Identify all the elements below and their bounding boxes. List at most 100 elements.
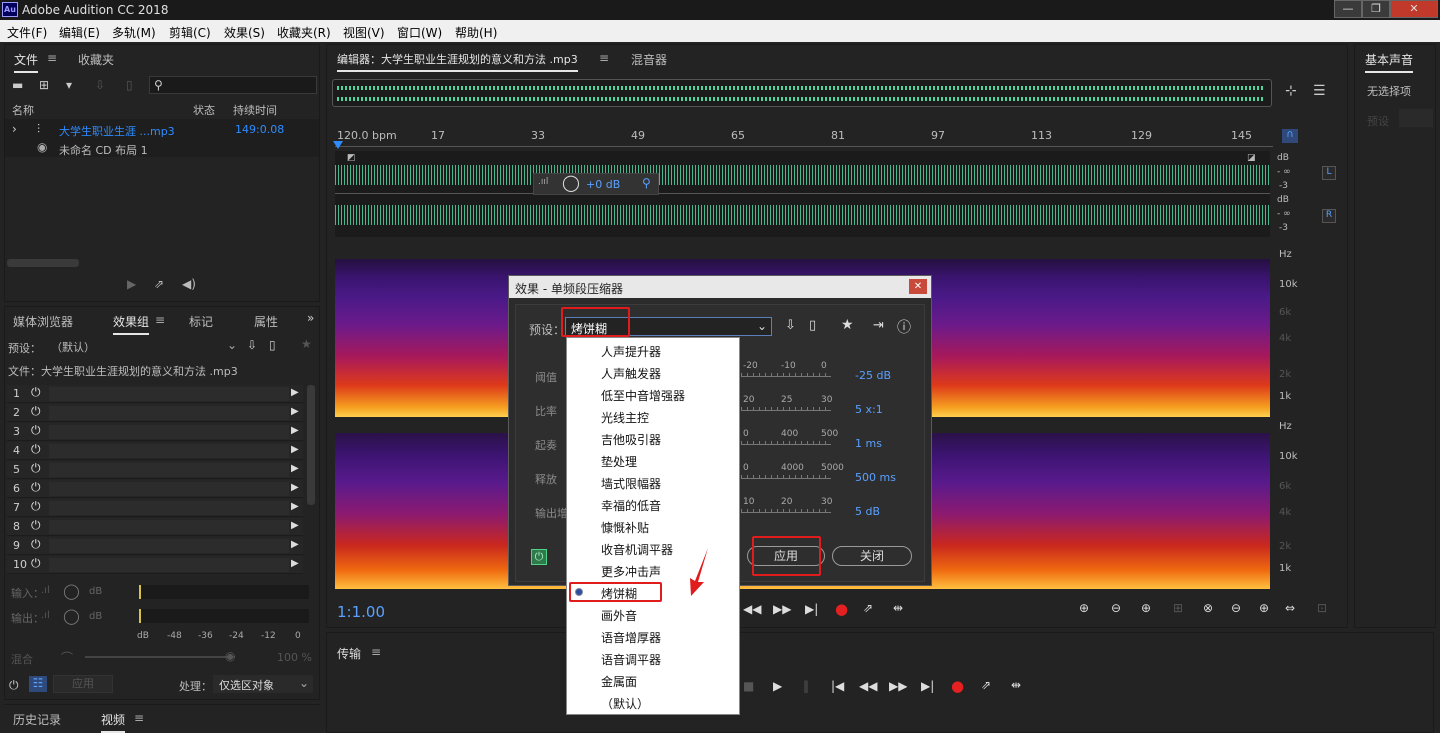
power-icon[interactable]: ⏻ [31, 556, 41, 571]
preset-option[interactable]: 光线主控 [601, 409, 649, 426]
editor-title[interactable]: 编辑器：大学生职业生涯规划的意义和方法 .mp3 [337, 51, 578, 72]
param-value[interactable]: 500 ms [855, 471, 896, 484]
fast-forward-icon[interactable]: ▶▶ [773, 602, 791, 616]
play-icon[interactable]: ▶ [127, 277, 136, 291]
go-to-end-icon[interactable]: ▶| [805, 602, 818, 616]
effect-slot[interactable]: 7 ⏻ ▶ [7, 499, 303, 517]
slot-arrow-icon[interactable]: ▶ [291, 539, 299, 550]
channel-l-toggle[interactable]: L [1322, 166, 1336, 180]
mix-slider-handle[interactable]: ◉ [225, 649, 235, 663]
zoom-left-icon[interactable]: ⇔ [1285, 601, 1295, 615]
menu-window[interactable]: 窗口(W) [397, 24, 442, 41]
slot-effect-selector[interactable] [49, 482, 289, 496]
snap-icon[interactable]: ∩ [1282, 129, 1298, 143]
slot-arrow-icon[interactable]: ▶ [291, 558, 299, 569]
mix-slider[interactable] [85, 656, 235, 658]
effect-slot[interactable]: 6 ⏻ ▶ [7, 480, 303, 498]
overview-waveform[interactable] [332, 79, 1272, 107]
power-icon[interactable]: ⏻ [31, 404, 41, 419]
new-file-icon[interactable]: ▾ [66, 78, 72, 92]
channel-r-toggle[interactable]: R [1322, 209, 1336, 223]
tab-mixer[interactable]: 混音器 [631, 51, 667, 68]
slot-effect-selector[interactable] [49, 387, 289, 401]
effect-slot[interactable]: 1 ⏻ ▶ [7, 385, 303, 403]
effect-slot[interactable]: 5 ⏻ ▶ [7, 461, 303, 479]
panel-menu-icon[interactable]: ≡ [599, 51, 609, 65]
slot-arrow-icon[interactable]: ▶ [291, 444, 299, 455]
zoom-in-icon[interactable]: ⊕ [1259, 601, 1269, 615]
param-value[interactable]: -25 dB [855, 369, 891, 382]
file-row[interactable]: › ⫶ 大学生职业生涯 ...mp3 149:0.08 [5, 120, 319, 138]
param-slider[interactable] [741, 509, 831, 513]
zoom-in-amplitude-icon[interactable]: ⊕ [1079, 601, 1089, 615]
slot-arrow-icon[interactable]: ▶ [291, 463, 299, 474]
preset-option[interactable]: 更多冲击声 [601, 563, 661, 580]
slot-effect-selector[interactable] [49, 463, 289, 477]
tab-properties[interactable]: 属性 [254, 313, 278, 330]
preset-dropdown[interactable] [1399, 109, 1433, 127]
auto-play-icon[interactable]: ◀) [182, 277, 196, 291]
fade-in-handle[interactable]: ◩ [347, 153, 356, 163]
search-input[interactable]: ⚲ [149, 76, 317, 94]
panel-menu-icon[interactable]: ≡ [155, 313, 165, 327]
loop-icon[interactable]: ⇗ [981, 678, 991, 692]
zoom-icon[interactable]: ⊹ [1285, 83, 1297, 99]
dialog-close-icon[interactable]: ✕ [909, 279, 927, 294]
preset-option[interactable]: 人声提升器 [601, 343, 661, 360]
delete-preset-icon[interactable]: ▯ [809, 318, 816, 333]
zoom-out-full-icon[interactable]: ⊗ [1203, 601, 1213, 615]
column-status[interactable]: 状态 [193, 102, 215, 118]
go-to-start-icon[interactable]: |◀ [831, 679, 844, 693]
preset-option[interactable]: 吉他吸引器 [601, 431, 661, 448]
power-icon[interactable]: ⏻ [31, 480, 41, 495]
param-value[interactable]: 5 x:1 [855, 403, 883, 416]
scrollbar[interactable] [7, 259, 79, 267]
fast-forward-icon[interactable]: ▶▶ [889, 679, 907, 693]
stop-icon[interactable]: ■ [743, 679, 754, 693]
slot-arrow-icon[interactable]: ▶ [291, 406, 299, 417]
slot-effect-selector[interactable] [49, 501, 289, 515]
rewind-icon[interactable]: ◀◀ [859, 679, 877, 693]
info-icon[interactable]: ⓘ [897, 317, 911, 337]
waveform-view[interactable]: ◩ ◪ [335, 151, 1270, 237]
list-view-icon[interactable]: ☰ [1313, 83, 1326, 99]
restore-icon[interactable]: ❐ [1362, 0, 1390, 18]
menu-file[interactable]: 文件(F) [7, 24, 47, 41]
zoom-in-time-icon[interactable]: ⊕ [1141, 601, 1151, 615]
panel-menu-icon[interactable]: ≡ [134, 711, 144, 725]
menu-view[interactable]: 视图(V) [343, 24, 385, 41]
save-preset-icon[interactable]: ⇩ [785, 318, 796, 333]
preset-option[interactable]: 垫处理 [601, 453, 637, 470]
output-knob-icon[interactable]: ◯ [63, 607, 80, 625]
expand-icon[interactable]: › [12, 122, 17, 136]
slot-arrow-icon[interactable]: ▶ [291, 425, 299, 436]
time-ruler[interactable]: 120.0 bpm 17 33 49 65 81 97 113 129 145 [335, 127, 1273, 147]
preset-option[interactable]: 语音调平器 [601, 651, 661, 668]
power-icon[interactable]: ⏻ [531, 549, 547, 565]
fade-out-handle[interactable]: ◪ [1247, 153, 1256, 163]
power-icon[interactable]: ⏻ [31, 537, 41, 552]
delete-icon[interactable]: ▯ [269, 338, 276, 352]
param-slider[interactable] [741, 441, 831, 445]
menu-multitrack[interactable]: 多轨(M) [112, 24, 156, 41]
playhead-icon[interactable] [333, 141, 343, 149]
minimize-icon[interactable]: — [1334, 0, 1362, 18]
rack-preset-dropdown[interactable]: （默认） ⌄ [45, 337, 241, 355]
menu-clip[interactable]: 剪辑(C) [169, 24, 211, 41]
slot-effect-selector[interactable] [49, 425, 289, 439]
insert-icon[interactable]: ⇩ [95, 78, 105, 92]
slot-arrow-icon[interactable]: ▶ [291, 387, 299, 398]
power-icon[interactable]: ⏻ [9, 678, 19, 693]
menu-favorites[interactable]: 收藏夹(R) [277, 24, 331, 41]
param-slider[interactable] [741, 407, 831, 411]
rewind-icon[interactable]: ◀◀ [743, 602, 761, 616]
slot-arrow-icon[interactable]: ▶ [291, 520, 299, 531]
param-value[interactable]: 1 ms [855, 437, 882, 450]
slot-effect-selector[interactable] [49, 558, 289, 572]
dialog-close-button[interactable]: 关闭 [832, 546, 912, 566]
loop-icon[interactable]: ⇗ [154, 277, 164, 291]
overflow-icon[interactable]: » [307, 311, 314, 325]
input-knob-icon[interactable]: ◯ [63, 582, 80, 600]
slot-effect-selector[interactable] [49, 406, 289, 420]
menu-help[interactable]: 帮助(H) [455, 24, 497, 41]
